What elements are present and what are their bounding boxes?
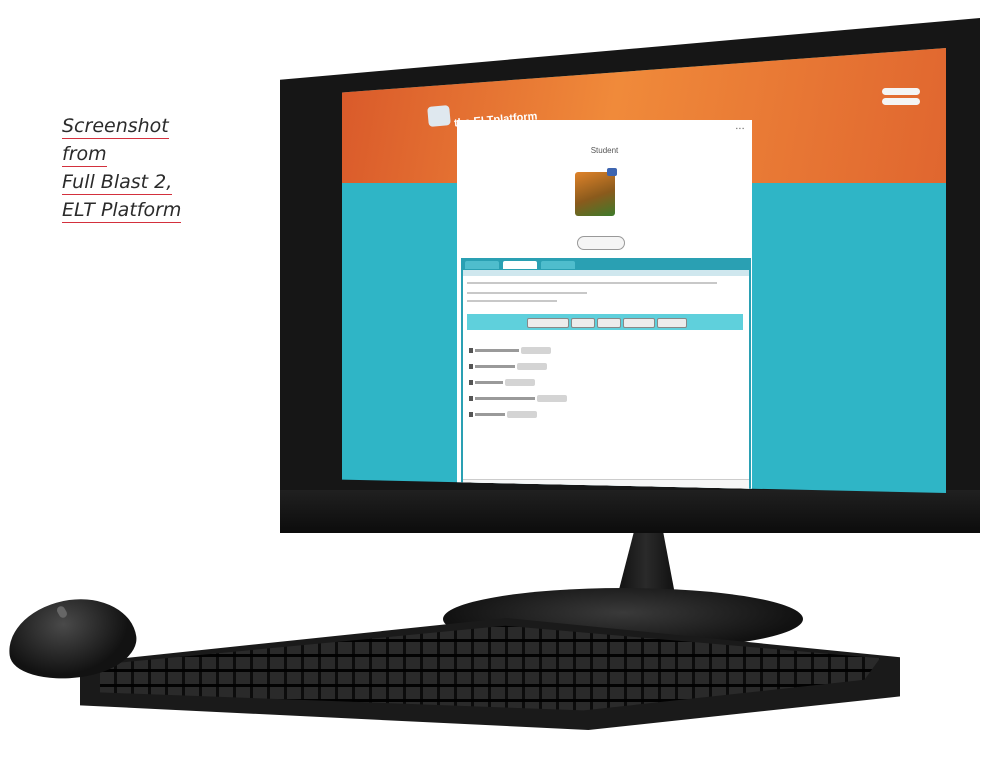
exercise-window	[461, 258, 751, 493]
tab-3[interactable]	[541, 261, 575, 269]
exercise-item-5	[469, 411, 669, 418]
caption: Screenshot from Full Blast 2, ELT Platfo…	[62, 112, 232, 224]
tab-1[interactable]	[465, 261, 499, 269]
answer-blank-5[interactable]	[507, 411, 537, 418]
tab-2[interactable]	[503, 261, 537, 269]
word-option-4[interactable]	[623, 318, 655, 328]
open-book-button[interactable]	[577, 236, 625, 250]
main-panel: ▪ ▪ ▪ Student	[457, 120, 752, 493]
header-button-2[interactable]	[882, 98, 920, 105]
monitor-chin	[280, 490, 980, 533]
tab-bar	[463, 260, 749, 270]
answer-blank-2[interactable]	[517, 363, 547, 370]
user-link[interactable]: ▪ ▪ ▪	[736, 126, 744, 132]
answer-blank-1[interactable]	[521, 347, 551, 354]
answer-blank-4[interactable]	[537, 395, 567, 402]
panel-title: Student	[590, 146, 619, 155]
word-option-5[interactable]	[657, 318, 687, 328]
exercise-item-3	[469, 379, 669, 386]
exercise-item-2	[469, 363, 669, 370]
instruction-line-2	[467, 292, 587, 294]
monitor-screen: the ELTplatform ▪ ▪ ▪ Student	[342, 48, 946, 493]
exercise-toolbar	[463, 270, 749, 276]
book-badge-icon	[607, 168, 617, 176]
word-option-3[interactable]	[597, 318, 621, 328]
caption-line-2: from	[62, 143, 107, 167]
instruction-line-3	[467, 300, 557, 302]
caption-line-4: ELT Platform	[62, 199, 182, 223]
word-option-2[interactable]	[571, 318, 595, 328]
platform-logo-icon	[427, 105, 451, 127]
caption-line-3: Full Blast 2,	[62, 171, 173, 195]
caption-line-1: Screenshot	[62, 115, 169, 139]
answer-blank-3[interactable]	[505, 379, 535, 386]
header-button-1[interactable]	[882, 88, 920, 95]
word-option-1[interactable]	[527, 318, 569, 328]
instruction-line-1	[467, 282, 717, 284]
exercise-item-4	[469, 395, 669, 402]
exercise-item-1	[469, 347, 669, 354]
book-cover-image[interactable]	[575, 172, 615, 216]
